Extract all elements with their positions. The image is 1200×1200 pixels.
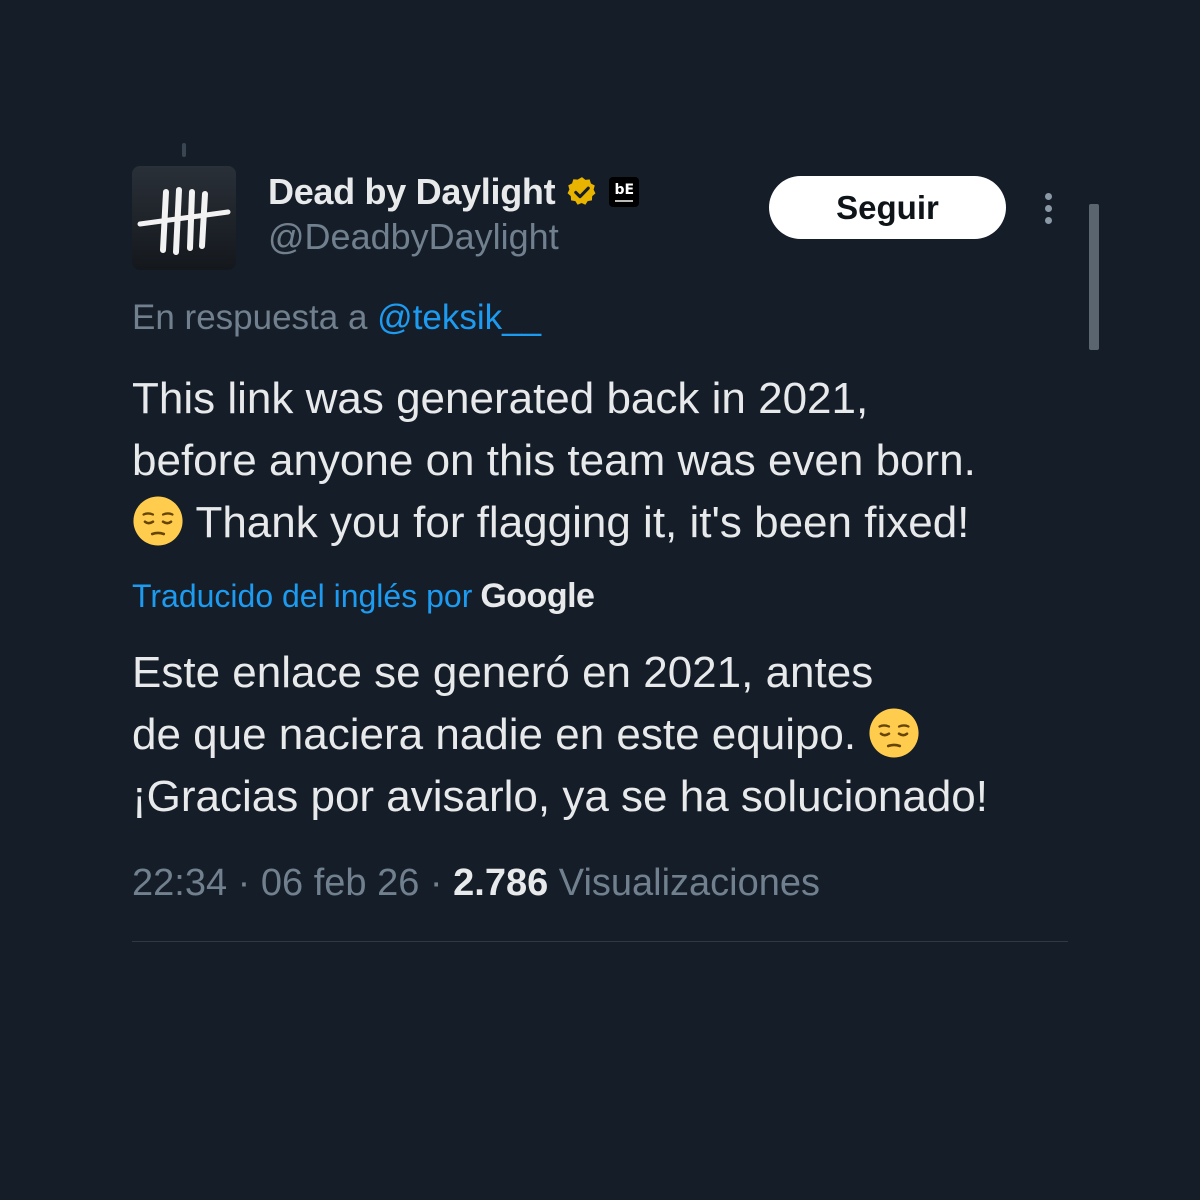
tweet-line: Thank you for flagging it, it's been fix… [195, 498, 970, 547]
meta-separator: · [419, 862, 454, 904]
verified-gold-icon[interactable] [565, 175, 599, 209]
tweet-line-with-emoji: Thank you for flagging it, it's been fix… [132, 492, 1092, 554]
follow-button[interactable]: Seguir [769, 176, 1006, 239]
more-dot [1044, 192, 1052, 200]
translated-text: Este enlace se generó en 2021, antes de … [132, 642, 1092, 828]
translated-line-with-emoji: de que naciera nadie en este equipo. [132, 704, 1092, 766]
pensive-face-icon [869, 708, 919, 758]
more-options-icon[interactable] [1030, 186, 1066, 230]
scrollbar[interactable] [1089, 204, 1099, 350]
reply-mention-link[interactable]: @teksik__ [377, 298, 541, 337]
author-name-row: Dead by Daylight bE [268, 168, 640, 216]
author-display-name[interactable]: Dead by Daylight [268, 171, 556, 213]
reply-context: En respuesta a @teksik__ [132, 298, 541, 338]
avatar[interactable] [132, 166, 236, 270]
translated-line: ¡Gracias por avisarlo, ya se ha solucion… [132, 772, 988, 821]
affiliate-badge-label: bE [614, 181, 635, 198]
translation-label[interactable]: Traducido del inglés por [132, 578, 472, 615]
translated-line: Este enlace se generó en 2021, antes [132, 648, 874, 697]
tweet-line: This link was generated back in 2021, [132, 374, 869, 423]
translated-line: de que naciera nadie en este equipo. [132, 710, 857, 759]
affiliate-badge-icon[interactable]: bE [609, 177, 640, 207]
author-handle[interactable]: @DeadbyDaylight [268, 216, 559, 258]
dead-by-daylight-logo-icon [132, 166, 236, 270]
more-dot [1044, 204, 1052, 212]
tweet-page: Dead by Daylight bE @DeadbyDaylight Segu… [0, 0, 1200, 1200]
tweet-time[interactable]: 22:34 [132, 862, 227, 904]
tweet-date[interactable]: 06 feb 26 [261, 862, 419, 904]
tweet-metadata: 22:34 · 06 feb 26 · 2.786 Visualizacione… [132, 862, 820, 905]
translation-attribution: Traducido del inglés por Google [132, 572, 595, 620]
tweet-line: before anyone on this team was even born… [132, 436, 976, 485]
affiliate-badge-underline [615, 199, 634, 202]
google-logo: Google [480, 576, 595, 615]
views-count: 2.786 [453, 862, 549, 904]
meta-separator: · [227, 862, 261, 904]
views-label: Visualizaciones [558, 862, 821, 904]
more-dot [1044, 216, 1052, 224]
pensive-face-icon [133, 496, 183, 546]
tweet-text: This link was generated back in 2021, be… [132, 368, 1092, 554]
divider [132, 941, 1068, 942]
thread-connector-line [182, 143, 186, 157]
reply-prefix: En respuesta a [132, 298, 368, 337]
